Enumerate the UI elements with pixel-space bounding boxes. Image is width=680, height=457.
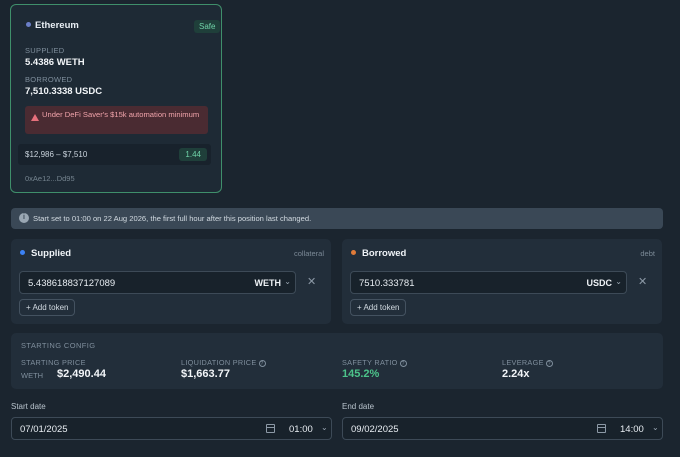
supplied-amount-input[interactable]: 5.438618837127089 WETH ⌄ xyxy=(19,271,296,294)
liquidation-price-label: LIQUIDATION PRICE? xyxy=(181,358,266,367)
start-date-input[interactable]: 07/01/2025 01:00 ⌄ xyxy=(11,417,332,440)
starting-price-asset: WETH xyxy=(21,371,44,380)
borrowed-amount: 7510.333781 xyxy=(359,278,415,289)
supplied-label: SUPPLIED xyxy=(25,46,65,55)
warning-text: Under DeFi Saver's $15k automation minim… xyxy=(42,110,200,119)
info-banner: i Start set to 01:00 on 22 Aug 2026, the… xyxy=(11,208,663,229)
chevron-down-icon[interactable]: ⌄ xyxy=(284,277,291,286)
remove-supplied-button[interactable]: ✕ xyxy=(307,275,316,288)
end-time-select[interactable]: 14:00 xyxy=(620,424,644,435)
start-date-value: 07/01/2025 xyxy=(20,424,68,435)
network-name: Ethereum xyxy=(35,20,79,31)
supplied-hint: collateral xyxy=(293,249,324,258)
supplied-amount: 5.438618837127089 xyxy=(28,278,116,289)
starting-price-label: STARTING PRICE xyxy=(21,358,86,367)
help-icon[interactable]: ? xyxy=(545,359,553,367)
position-card[interactable]: Ethereum Safe SUPPLIED 5.4386 WETH BORRO… xyxy=(10,4,222,193)
borrowed-token-select[interactable]: USDC xyxy=(586,278,612,288)
chevron-down-icon[interactable]: ⌄ xyxy=(321,423,328,432)
borrowed-value: 7,510.3338 USDC xyxy=(25,86,103,97)
calendar-icon[interactable] xyxy=(597,424,606,433)
add-supplied-token-button[interactable]: + Add token xyxy=(19,299,76,316)
borrowed-title: Borrowed xyxy=(362,248,407,259)
borrowed-hint: debt xyxy=(640,249,655,258)
status-badge: Safe xyxy=(194,20,221,33)
starting-config-panel: STARTING CONFIG STARTING PRICE WETH $2,4… xyxy=(11,333,663,389)
safety-ratio-label-text: SAFETY RATIO xyxy=(342,358,398,367)
borrowed-amount-input[interactable]: 7510.333781 USDC ⌄ xyxy=(350,271,627,294)
supplied-dot xyxy=(20,250,25,255)
starting-price-value: $2,490.44 xyxy=(57,368,106,380)
leverage-label: LEVERAGE? xyxy=(502,358,553,367)
config-title: STARTING CONFIG xyxy=(21,341,96,350)
safety-ratio-value: 145.2% xyxy=(342,368,380,380)
network-dot xyxy=(26,22,31,27)
price-range: $12,986 – $7,510 xyxy=(25,150,88,159)
help-icon[interactable]: ? xyxy=(399,359,407,367)
calendar-icon[interactable] xyxy=(266,424,275,433)
start-date-label: Start date xyxy=(11,402,46,411)
chevron-down-icon[interactable]: ⌄ xyxy=(652,423,659,432)
leverage-label-text: LEVERAGE xyxy=(502,358,544,367)
supplied-panel: Supplied collateral 5.438618837127089 WE… xyxy=(11,239,331,324)
remove-borrowed-button[interactable]: ✕ xyxy=(638,275,647,288)
end-date-value: 09/02/2025 xyxy=(351,424,399,435)
leverage-value: 2.24x xyxy=(502,368,530,380)
borrowed-panel: Borrowed debt 7510.333781 USDC ⌄ ✕ + Add… xyxy=(342,239,662,324)
safety-ratio-label: SAFETY RATIO? xyxy=(342,358,407,367)
info-banner-text: Start set to 01:00 on 22 Aug 2026, the f… xyxy=(33,214,312,223)
ratio-badge: 1.44 xyxy=(179,148,207,161)
liquidation-price-label-text: LIQUIDATION PRICE xyxy=(181,358,257,367)
add-borrowed-token-button[interactable]: + Add token xyxy=(350,299,407,316)
position-address: 0xAe12...Dd95 xyxy=(25,174,75,183)
liquidation-price-value: $1,663.77 xyxy=(181,368,230,380)
warning-box: Under DeFi Saver's $15k automation minim… xyxy=(25,106,208,134)
help-icon[interactable]: ? xyxy=(258,359,266,367)
chevron-down-icon[interactable]: ⌄ xyxy=(615,277,622,286)
supplied-token-select[interactable]: WETH xyxy=(255,278,282,288)
supplied-value: 5.4386 WETH xyxy=(25,57,85,68)
borrowed-dot xyxy=(351,250,356,255)
supplied-title: Supplied xyxy=(31,248,72,259)
end-date-label: End date xyxy=(342,402,375,411)
start-time-select[interactable]: 01:00 xyxy=(289,424,313,435)
borrowed-label: BORROWED xyxy=(25,75,73,84)
end-date-input[interactable]: 09/02/2025 14:00 ⌄ xyxy=(342,417,663,440)
price-range-row: $12,986 – $7,510 1.44 xyxy=(18,144,211,165)
info-icon: i xyxy=(19,213,29,223)
warning-icon xyxy=(31,114,39,121)
